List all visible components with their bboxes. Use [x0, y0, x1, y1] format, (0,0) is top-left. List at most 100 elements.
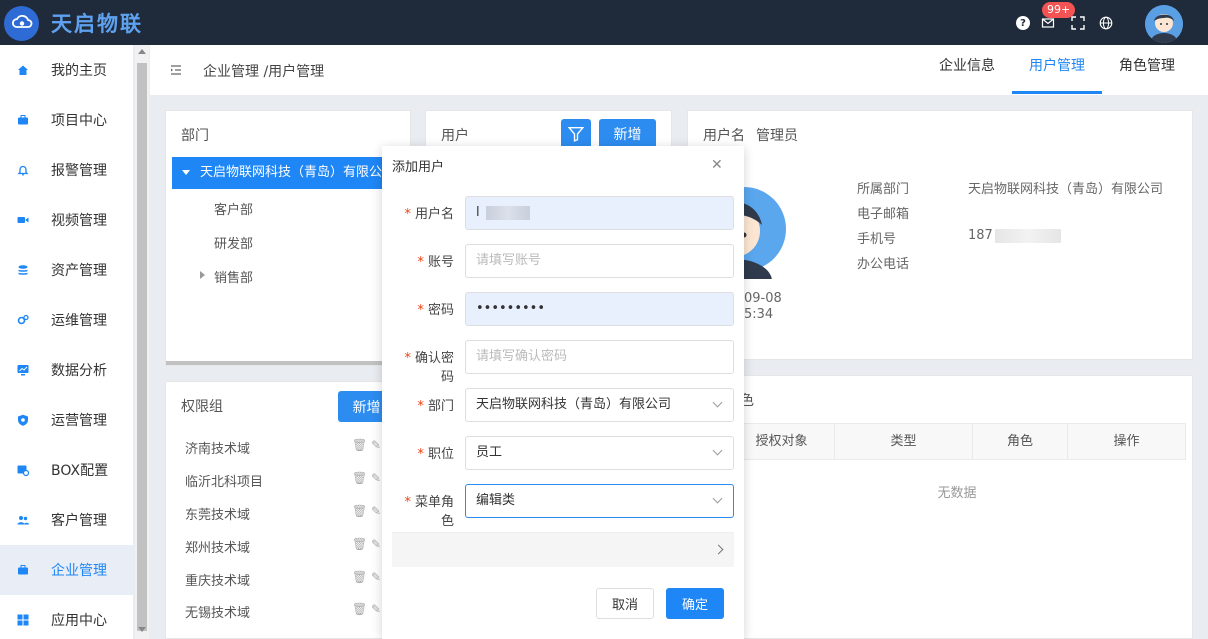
stack-icon	[17, 264, 29, 276]
tree-node-sales[interactable]: 销售部	[214, 267, 253, 286]
sidebar-item-assets[interactable]: 资产管理	[0, 245, 133, 295]
gears-icon	[17, 314, 29, 326]
column-header: 操作	[1113, 434, 1140, 449]
role-panel: 色 授权对象 类型 角色 操作 无数据	[687, 375, 1193, 639]
caret-right-icon[interactable]	[200, 271, 205, 279]
panel-title: 权限组	[181, 399, 223, 415]
tab-role-management[interactable]: 角色管理	[1102, 45, 1192, 95]
sidebar-item-box-config[interactable]: BOX配置	[0, 445, 133, 495]
cloud-eye-icon	[4, 5, 39, 41]
form-label-position: * 职位	[417, 447, 454, 462]
delete-edit-icon[interactable]: 🗑 ✎	[352, 602, 381, 616]
close-icon[interactable]: ✕	[711, 157, 723, 173]
phone-prefix: 187	[968, 228, 993, 243]
tree-node-label: 天启物联网科技（青岛）有限公司	[200, 165, 396, 180]
position-select[interactable]: 员工	[465, 436, 734, 470]
sidebar-item-customers[interactable]: 客户管理	[0, 495, 133, 545]
sidebar-item-apps[interactable]: 应用中心	[0, 595, 133, 639]
sidebar-item-alarms[interactable]: 报警管理	[0, 145, 133, 195]
tree-node-rnd[interactable]: 研发部	[214, 233, 253, 252]
user-info-panel: 用户名 管理员 09-08 5:34 所属部门 天启物联网科技（青岛）有限公司 …	[687, 110, 1193, 360]
tree-node-customers[interactable]: 客户部	[214, 199, 253, 218]
scrollbar-thumb[interactable]	[137, 63, 147, 631]
confirm-password-field[interactable]: 请填写确认密码	[465, 340, 734, 374]
form-label-confirm-password: * 确认密码	[404, 351, 454, 385]
cancel-button[interactable]: 取消	[596, 588, 654, 619]
sidebar-item-label: 资产管理	[51, 263, 107, 279]
sidebar-item-ops[interactable]: 运维管理	[0, 295, 133, 345]
menu-fold-icon[interactable]	[170, 64, 182, 76]
sidebar-item-projects[interactable]: 项目中心	[0, 95, 133, 145]
sidebar-item-enterprise[interactable]: 企业管理	[0, 545, 133, 595]
info-label-email: 电子邮箱	[857, 207, 910, 222]
caret-down-icon[interactable]	[182, 170, 190, 175]
bell-icon	[17, 164, 29, 176]
briefcase-icon	[17, 564, 29, 576]
redacted-block	[994, 228, 1061, 243]
info-value-phone: 187	[968, 228, 1061, 243]
delete-edit-icon[interactable]: 🗑 ✎	[352, 504, 381, 518]
column-header: 授权对象	[729, 424, 835, 459]
expand-icon[interactable]	[1070, 15, 1086, 31]
add-user-button[interactable]: 新增	[599, 119, 656, 149]
chevron-down-icon	[712, 397, 723, 408]
chevron-down-icon	[712, 493, 723, 504]
info-value-department: 天启物联网科技（青岛）有限公司	[968, 182, 1164, 197]
delete-edit-icon[interactable]: 🗑 ✎	[352, 438, 381, 452]
user-avatar[interactable]	[1145, 5, 1183, 43]
username-field[interactable]: l	[465, 196, 734, 230]
delete-edit-icon[interactable]: 🗑 ✎	[352, 570, 381, 584]
modal-title: 添加用户	[392, 160, 445, 175]
list-item[interactable]: 临沂北科项目	[185, 471, 263, 490]
tab-user-management[interactable]: 用户管理	[1012, 45, 1102, 95]
empty-state: 无数据	[937, 486, 977, 501]
sidebar-item-analytics[interactable]: 数据分析	[0, 345, 133, 395]
delete-edit-icon[interactable]: 🗑 ✎	[352, 537, 381, 551]
column-header: 类型	[835, 424, 973, 459]
form-label-account: * 账号	[417, 255, 454, 270]
list-item[interactable]: 重庆技术域	[185, 570, 250, 589]
sidebar-item-label: 我的主页	[51, 63, 107, 79]
permission-group-panel: 权限组 新增 济南技术域 🗑 ✎ 临沂北科项目 🗑 ✎ 东莞技术域 🗑 ✎ 郑州…	[165, 381, 411, 639]
collapse-panel[interactable]	[392, 532, 734, 567]
home-icon	[17, 64, 29, 76]
tab-enterprise-info[interactable]: 企业信息	[922, 45, 1012, 95]
confirm-button[interactable]: 确定	[666, 588, 724, 619]
scroll-up-icon[interactable]	[138, 49, 146, 54]
question-circle-icon[interactable]: ?	[1015, 15, 1031, 31]
sidebar-item-label: 应用中心	[51, 613, 107, 629]
tree-node-root[interactable]: 天启物联网科技（青岛）有限公司	[172, 157, 410, 189]
sidebar-item-label: 项目中心	[51, 113, 107, 129]
video-icon	[17, 214, 29, 226]
breadcrumb: 企业管理 /用户管理	[203, 64, 325, 80]
username-label: 用户名	[703, 128, 745, 144]
sidebar-item-home[interactable]: 我的主页	[0, 45, 133, 95]
globe-icon[interactable]	[1098, 15, 1114, 31]
list-item[interactable]: 无锡技术域	[185, 602, 250, 621]
delete-edit-icon[interactable]: 🗑 ✎	[352, 471, 381, 485]
list-item[interactable]: 郑州技术域	[185, 537, 250, 556]
sidebar-item-operations[interactable]: 运营管理	[0, 395, 133, 445]
form-label-department: * 部门	[417, 399, 454, 414]
form-label-password: * 密码	[417, 303, 454, 318]
list-item[interactable]: 济南技术域	[185, 438, 250, 457]
apps-grid-icon	[17, 614, 29, 626]
sidebar-item-label: 客户管理	[51, 513, 107, 529]
list-item[interactable]: 东莞技术域	[185, 504, 250, 523]
brand-logo[interactable]: 天启物联	[4, 4, 143, 42]
monitor-chart-icon	[17, 364, 29, 376]
department-select[interactable]: 天启物联网科技（青岛）有限公司	[465, 388, 734, 422]
info-label-phone: 手机号	[857, 232, 897, 247]
filter-button[interactable]	[561, 119, 591, 149]
scroll-down-icon[interactable]	[138, 627, 146, 632]
sidebar-item-label: 运营管理	[51, 413, 107, 429]
menu-role-select[interactable]: 编辑类	[465, 484, 734, 518]
account-field[interactable]: 请填写账号	[465, 244, 734, 278]
content-header: 企业管理 /用户管理 企业信息 用户管理 角色管理	[150, 45, 1208, 95]
shield-icon	[17, 414, 29, 426]
sidebar-item-video[interactable]: 视频管理	[0, 195, 133, 245]
sidebar-item-label: BOX配置	[51, 463, 109, 479]
horizontal-scrollbar[interactable]	[166, 361, 410, 365]
password-field[interactable]: •••••••••	[465, 292, 734, 326]
sidebar-scrollbar[interactable]	[135, 45, 149, 639]
